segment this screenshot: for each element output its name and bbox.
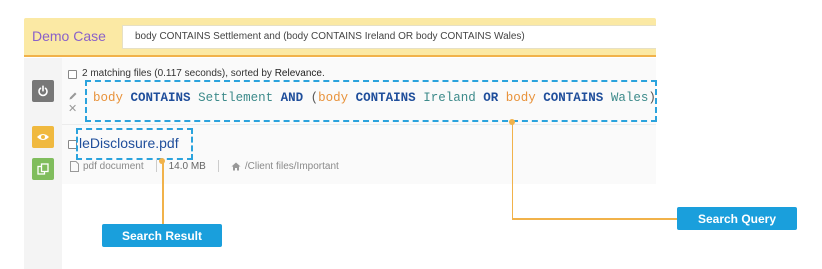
summary-prefix: 2 matching files (0.117 seconds), sorted… bbox=[82, 68, 272, 79]
pencil-icon bbox=[69, 92, 77, 100]
query-display: body CONTAINS Settlement AND (body CONTA… bbox=[85, 80, 657, 122]
connector-line bbox=[512, 122, 513, 219]
copy-icon bbox=[37, 163, 49, 175]
eye-icon bbox=[37, 134, 49, 140]
file-path-link[interactable]: /Client files/Important bbox=[245, 161, 339, 172]
file-icon bbox=[70, 160, 79, 172]
search-result-callout: Search Result bbox=[102, 224, 222, 247]
query-field: body bbox=[93, 91, 124, 105]
power-icon bbox=[38, 85, 48, 97]
close-icon: ✕ bbox=[68, 103, 78, 115]
meta-separator bbox=[217, 160, 219, 172]
connector-line bbox=[162, 161, 164, 225]
connector-line bbox=[512, 218, 678, 220]
preview-button[interactable] bbox=[32, 126, 54, 148]
copy-button[interactable] bbox=[32, 158, 54, 180]
file-size: 14.0 MB bbox=[168, 160, 206, 172]
select-all-checkbox[interactable] bbox=[68, 70, 77, 79]
search-input[interactable]: body CONTAINS Settlement and (body CONTA… bbox=[122, 25, 656, 49]
query-field: body bbox=[505, 91, 536, 105]
meta-separator bbox=[155, 160, 157, 172]
query-term: Settlement bbox=[198, 91, 274, 105]
result-meta: pdf document 14.0 MB /Client files/Impor… bbox=[70, 160, 339, 172]
query-paren: ( bbox=[310, 91, 319, 105]
doc-type: pdf document bbox=[83, 160, 144, 172]
home-icon bbox=[231, 162, 241, 170]
query-operator: CONTAINS bbox=[543, 91, 604, 105]
divider bbox=[62, 124, 656, 125]
screenshot-canvas: Demo Case body CONTAINS Settlement and (… bbox=[0, 0, 822, 269]
result-title-highlight: leDisclosure.pdf bbox=[76, 128, 193, 160]
query-paren: ) bbox=[648, 91, 656, 105]
clear-query-button[interactable]: ✕ bbox=[68, 104, 77, 115]
query-field: body bbox=[318, 91, 349, 105]
results-panel: 2 matching files (0.117 seconds), sorted… bbox=[62, 58, 657, 184]
query-term: Wales bbox=[610, 91, 649, 105]
query-boolean: OR bbox=[483, 91, 499, 105]
left-toolbar bbox=[24, 58, 62, 269]
summary-suffix: . bbox=[321, 68, 325, 79]
query-operator: CONTAINS bbox=[130, 91, 191, 105]
query-operator: CONTAINS bbox=[355, 91, 416, 105]
results-summary: 2 matching files (0.117 seconds), sorted… bbox=[82, 68, 325, 79]
case-header-bar: Demo Case body CONTAINS Settlement and (… bbox=[24, 18, 656, 57]
query-boolean: AND bbox=[280, 91, 304, 105]
search-query-callout: Search Query bbox=[677, 207, 797, 230]
case-name[interactable]: Demo Case bbox=[32, 28, 106, 44]
power-button[interactable] bbox=[32, 80, 54, 102]
sort-by-link[interactable]: Relevance bbox=[275, 68, 322, 79]
result-filename-link[interactable]: leDisclosure.pdf bbox=[79, 135, 179, 151]
query-term: Ireland bbox=[423, 91, 476, 105]
